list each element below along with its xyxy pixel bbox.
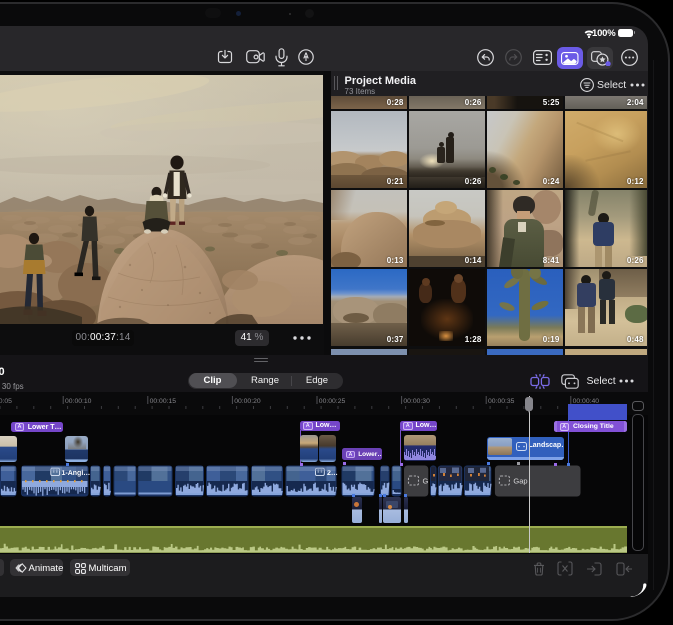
svg-text:00:00:10: 00:00:10	[65, 398, 92, 405]
svg-text:00:00:35: 00:00:35	[488, 398, 515, 405]
svg-text:00:00:25: 00:00:25	[319, 398, 346, 405]
svg-text:Gap: Gap	[513, 477, 527, 486]
svg-text:00:00:05: 00:00:05	[0, 398, 12, 405]
svg-text:00:00:15: 00:00:15	[150, 398, 177, 405]
svg-text:00:00:30: 00:00:30	[403, 398, 430, 405]
svg-text:G: G	[423, 477, 429, 486]
svg-text:00:00:20: 00:00:20	[234, 398, 261, 405]
